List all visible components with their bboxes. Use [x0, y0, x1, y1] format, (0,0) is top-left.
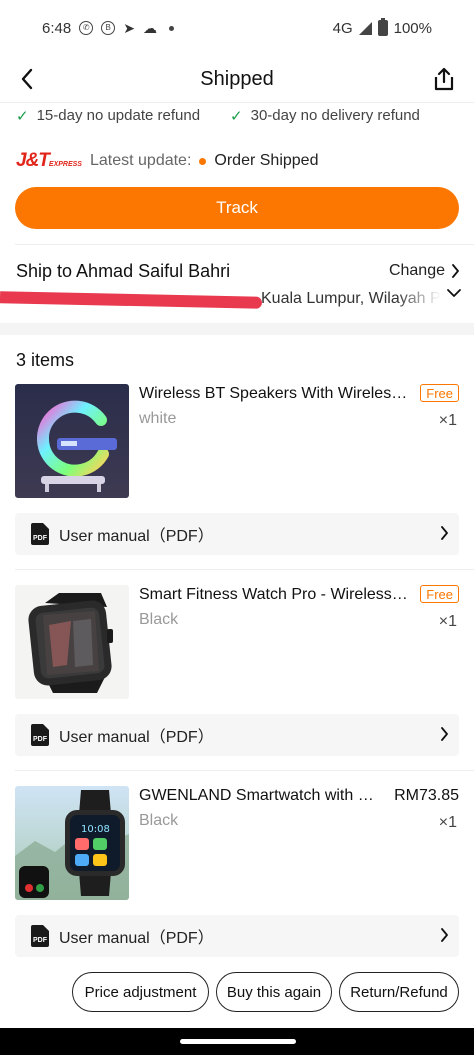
courier-logo-sub: EXPRESS — [48, 161, 82, 168]
user-manual-link[interactable]: PDF User manual（PDF） — [15, 513, 459, 555]
whatsapp-icon: ✆ — [79, 21, 94, 35]
status-time: 6:48 — [42, 19, 72, 37]
track-button[interactable]: Track — [15, 187, 459, 229]
order-item[interactable]: 10:08 GWENLAND Smartwatch with Wireless … — [15, 786, 459, 902]
chevron-right-icon — [441, 526, 448, 540]
user-manual-link[interactable]: PDF User manual（PDF） — [15, 714, 459, 756]
redaction-mark — [0, 291, 263, 309]
svg-text:10:08: 10:08 — [81, 824, 110, 835]
page-title: Shipped — [200, 67, 274, 90]
status-bar: 6:48 ✆ B ➤ ☁ 4G 100% — [0, 0, 474, 56]
product-image[interactable] — [15, 384, 129, 498]
more-notifications-icon — [168, 25, 174, 31]
guarantee-item: ✓ 30-day no delivery refund — [230, 107, 420, 125]
product-name[interactable]: Wireless BT Speakers With Wireless Charg… — [139, 384, 411, 404]
pdf-icon: PDF — [31, 925, 49, 947]
user-manual-label: User manual（PDF） — [59, 930, 214, 947]
guarantee-label: 30-day no delivery refund — [250, 107, 420, 124]
battery-icon — [377, 18, 388, 36]
latest-update-label: Latest update: — [89, 152, 192, 169]
product-quantity: ×1 — [438, 814, 457, 831]
action-bar: Price adjustment Buy this again Return/R… — [0, 972, 474, 1012]
product-name[interactable]: GWENLAND Smartwatch with Wireless Callin… — [139, 786, 387, 806]
chevron-right-icon — [441, 727, 448, 741]
check-icon: ✓ — [16, 107, 29, 125]
share-button[interactable] — [428, 63, 460, 95]
order-item[interactable]: Smart Fitness Watch Pro - Wireless Calli… — [15, 585, 459, 701]
user-manual-label: User manual（PDF） — [59, 528, 214, 545]
product-name[interactable]: Smart Fitness Watch Pro - Wireless Calli… — [139, 585, 411, 605]
divider — [15, 770, 474, 771]
latest-update-value: Order Shipped — [214, 152, 319, 169]
telegram-icon: ➤ — [123, 19, 135, 36]
divider — [15, 569, 474, 570]
pdf-icon: PDF — [31, 724, 49, 746]
product-image[interactable] — [15, 585, 129, 699]
battery-level: 100% — [393, 19, 432, 37]
network-type: 4G — [332, 19, 353, 37]
user-manual-label: User manual（PDF） — [59, 729, 214, 746]
address-row[interactable]: Kuala Lumpur, Wilayah P — [0, 286, 474, 312]
ship-to-label: Ship to Ahmad Saiful Bahri — [16, 260, 231, 281]
courier-logo: J&TEXPRESS — [16, 150, 82, 172]
nav-bar: Shipped — [0, 56, 474, 102]
user-manual-link[interactable]: PDF User manual（PDF） — [15, 915, 459, 957]
product-variant: Black — [139, 812, 179, 829]
guarantee-item: ✓ 15-day no update refund — [16, 107, 200, 125]
guarantee-label: 15-day no update refund — [36, 107, 201, 124]
divider — [15, 244, 474, 245]
system-nav-bar — [0, 1028, 474, 1055]
shipping-header: Ship to Ahmad Saiful Bahri Change — [16, 258, 460, 284]
guarantee-strip: ✓ 15-day no update refund ✓ 30-day no de… — [0, 102, 474, 128]
section-divider — [0, 323, 474, 335]
address-text: Kuala Lumpur, Wilayah P — [261, 290, 441, 307]
product-variant: white — [139, 410, 177, 427]
back-button[interactable] — [12, 64, 42, 94]
change-label: Change — [388, 262, 445, 279]
b-app-icon: B — [101, 21, 116, 35]
change-address-button[interactable]: Change — [389, 262, 460, 280]
chevron-right-icon — [441, 928, 448, 942]
return-refund-button[interactable]: Return/Refund — [339, 972, 459, 1012]
chevron-right-icon — [452, 264, 459, 278]
product-price: RM73.85 — [394, 787, 459, 804]
product-quantity: ×1 — [438, 412, 457, 429]
chevron-down-icon[interactable] — [446, 288, 462, 298]
buy-again-button[interactable]: Buy this again — [216, 972, 332, 1012]
signal-icon — [358, 21, 372, 35]
courier-status[interactable]: J&TEXPRESS Latest update: Order Shipped — [16, 146, 458, 176]
check-icon: ✓ — [230, 107, 243, 125]
cloud-icon: ☁ — [142, 19, 157, 36]
product-quantity: ×1 — [438, 613, 457, 630]
courier-logo-main: J&T — [16, 150, 50, 171]
back-arrow-icon — [21, 68, 33, 90]
items-count: 3 items — [16, 350, 75, 370]
product-image[interactable]: 10:08 — [15, 786, 129, 900]
price-adjustment-button[interactable]: Price adjustment — [72, 972, 209, 1012]
status-right: 4G 100% — [332, 18, 432, 37]
status-dot — [199, 157, 207, 165]
status-left: 6:48 ✆ B ➤ ☁ — [42, 20, 174, 37]
home-indicator[interactable] — [180, 1039, 296, 1044]
pdf-icon: PDF — [31, 523, 49, 545]
product-variant: Black — [139, 611, 179, 628]
free-badge: Free — [420, 384, 459, 402]
free-badge: Free — [420, 585, 459, 603]
order-item[interactable]: Wireless BT Speakers With Wireless Charg… — [15, 384, 459, 500]
share-icon — [434, 67, 454, 91]
